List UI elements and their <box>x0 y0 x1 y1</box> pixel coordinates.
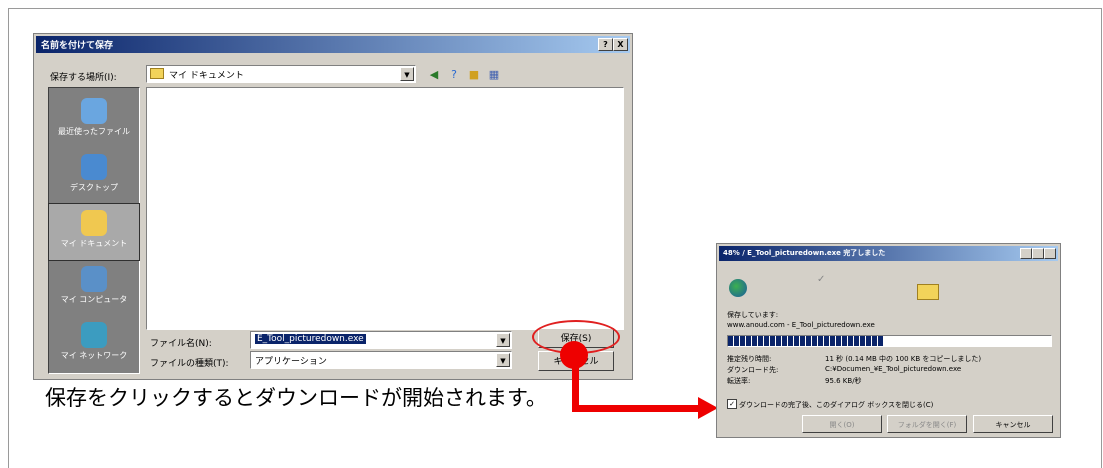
my-documents-icon <box>81 210 107 236</box>
save-in-label: 保存する場所(I): <box>50 73 117 83</box>
my-computer-icon <box>81 266 107 292</box>
row-label: 推定残り時間: <box>727 355 772 363</box>
place-label: 最近使ったファイル <box>58 127 130 136</box>
help-button[interactable]: ? <box>598 38 613 51</box>
chevron-down-icon[interactable]: ▼ <box>400 67 414 81</box>
row-value: 11 秒 (0.14 MB 中の 100 KB をコピーしました) <box>825 355 982 363</box>
checkbox-label: ダウンロードの完了後、このダイアログ ボックスを閉じる(C) <box>739 401 934 409</box>
save-in-select[interactable]: マイ ドキュメント ▼ <box>146 65 416 83</box>
save-as-dialog: 名前を付けて保存 ? X 保存する場所(I): マイ ドキュメント ▼ ◀ ? … <box>33 33 633 380</box>
chevron-down-icon[interactable]: ▼ <box>496 333 510 347</box>
recent-files-icon <box>81 98 107 124</box>
paper-icon: ✓ <box>817 274 826 285</box>
chevron-down-icon[interactable]: ▼ <box>496 353 510 367</box>
minimize-button[interactable] <box>1020 248 1032 259</box>
network-icon <box>81 322 107 348</box>
save-in-value: マイ ドキュメント <box>169 71 244 81</box>
open-folder-button[interactable]: フォルダを開く(F) <box>887 415 967 433</box>
source-text: www.anoud.com - E_Tool_picturedown.exe <box>727 321 875 329</box>
filename-value: E_Tool_picturedown.exe <box>255 334 366 344</box>
file-list[interactable] <box>146 87 624 330</box>
close-on-complete-checkbox[interactable]: ✓ <box>727 399 737 409</box>
close-button[interactable] <box>1044 248 1056 259</box>
folder-icon <box>150 68 164 79</box>
place-recent[interactable]: 最近使ったファイル <box>49 92 139 148</box>
progress-titlebar: 48% / E_Tool_picturedown.exe 完了しました <box>719 246 1058 261</box>
place-label: デスクトップ <box>70 183 118 192</box>
row-label: 転送率: <box>727 377 751 385</box>
cancel-button[interactable]: キャンセル <box>973 415 1053 433</box>
status-text: 保存しています: <box>727 311 779 319</box>
new-folder-icon[interactable]: ■ <box>466 68 482 82</box>
dialog-titlebar: 名前を付けて保存 ? X <box>36 36 630 53</box>
caption-text: 保存をクリックするとダウンロードが開始されます。 <box>45 386 547 410</box>
filename-label: ファイル名(N): <box>150 339 212 349</box>
filetype-label: ファイルの種類(T): <box>150 359 229 369</box>
folder-icon <box>917 284 939 300</box>
up-folder-icon[interactable]: ? <box>446 68 462 82</box>
open-button[interactable]: 開く(O) <box>802 415 882 433</box>
dialog-title: 名前を付けて保存 <box>41 41 114 51</box>
back-icon[interactable]: ◀ <box>426 68 442 82</box>
filename-input[interactable]: E_Tool_picturedown.exe ▼ <box>250 331 512 349</box>
close-button[interactable]: X <box>613 38 628 51</box>
download-progress-dialog: 48% / E_Tool_picturedown.exe 完了しました ✓ 保存… <box>716 243 1061 438</box>
progress-title: 48% / E_Tool_picturedown.exe 完了しました <box>723 249 886 257</box>
progress-bar <box>727 335 1052 347</box>
place-my-network[interactable]: マイ ネットワーク <box>49 316 139 372</box>
place-label: マイ ドキュメント <box>60 239 128 248</box>
globe-icon <box>729 279 747 297</box>
annotation-arrow-line <box>572 405 700 412</box>
place-label: マイ ネットワーク <box>60 351 128 360</box>
progress-fill <box>728 336 884 346</box>
maximize-button[interactable] <box>1032 248 1044 259</box>
place-my-computer[interactable]: マイ コンピュータ <box>49 260 139 316</box>
row-value: C:¥Documen_¥E_Tool_picturedown.exe <box>825 365 962 373</box>
view-menu-icon[interactable]: ▦ <box>486 68 502 82</box>
places-bar: 最近使ったファイル デスクトップ マイ ドキュメント マイ コンピュータ マイ … <box>48 87 140 374</box>
place-label: マイ コンピュータ <box>60 295 128 304</box>
filetype-select[interactable]: アプリケーション ▼ <box>250 351 512 369</box>
place-my-documents[interactable]: マイ ドキュメント <box>48 203 140 261</box>
annotation-arrow-head <box>698 397 718 419</box>
row-value: 95.6 KB/秒 <box>825 377 862 385</box>
filetype-value: アプリケーション <box>255 357 327 367</box>
place-desktop[interactable]: デスクトップ <box>49 148 139 204</box>
desktop-icon <box>81 154 107 180</box>
row-label: ダウンロード先: <box>727 366 779 374</box>
